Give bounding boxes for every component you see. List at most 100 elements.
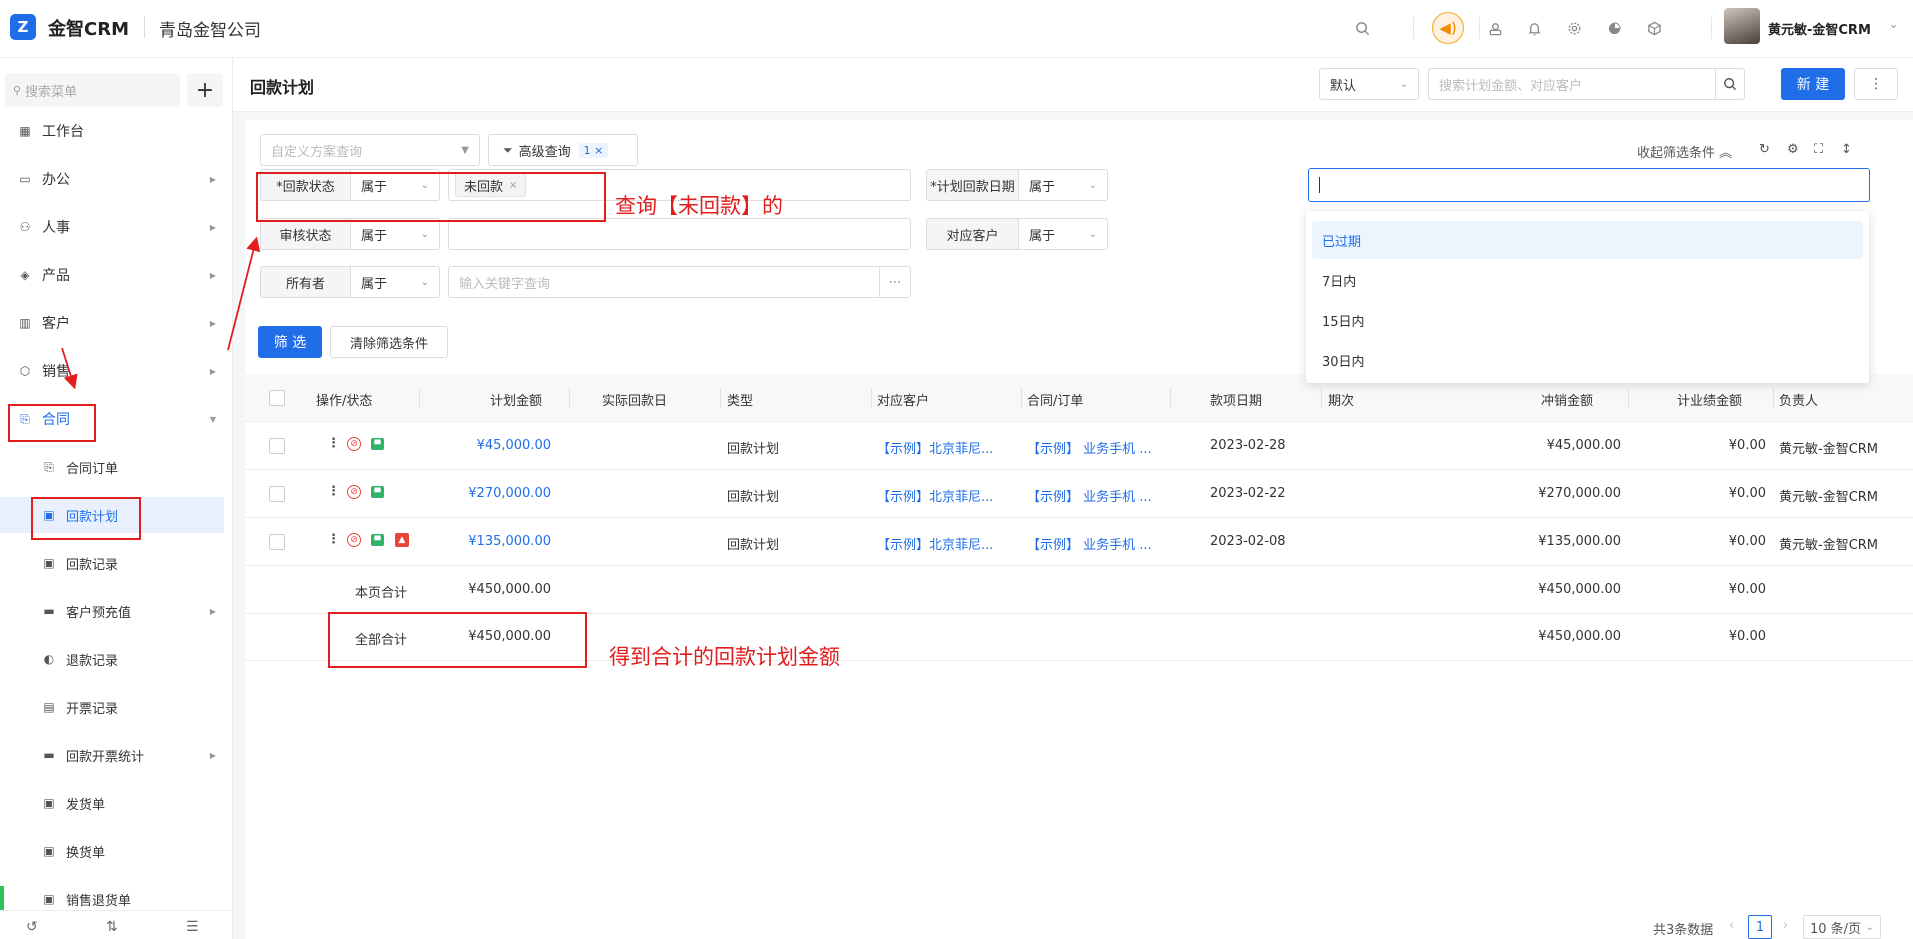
customer-link[interactable]: 【示例】北京菲尼... bbox=[877, 534, 1017, 553]
dropdown-option-30days[interactable]: 30日内 bbox=[1312, 341, 1863, 379]
pie-chart-icon[interactable] bbox=[1603, 17, 1625, 39]
column-header[interactable]: 计业绩金额 bbox=[1677, 390, 1742, 409]
contract-link[interactable]: 【示例】 业务手机 ... bbox=[1027, 486, 1167, 505]
search-button[interactable] bbox=[1715, 68, 1745, 100]
sidebar-subitem-prepaid[interactable]: ▬ 客户预充值 ▶ bbox=[0, 593, 224, 629]
gear-icon[interactable]: ⚙ bbox=[1787, 142, 1799, 157]
row-checkbox[interactable] bbox=[269, 486, 285, 502]
sidebar-item-sales[interactable]: ⬡ 销售 ▶ bbox=[0, 353, 224, 389]
column-header[interactable]: 合同/订单 bbox=[1027, 390, 1083, 409]
row-checkbox[interactable] bbox=[269, 534, 285, 550]
select-all-checkbox[interactable] bbox=[269, 390, 285, 406]
column-header[interactable]: 对应客户 bbox=[877, 390, 929, 409]
row-menu-icon[interactable]: ⋮ bbox=[327, 532, 340, 547]
advanced-query-count[interactable]: 1 × bbox=[578, 142, 609, 158]
contract-link[interactable]: 【示例】 业务手机 ... bbox=[1027, 534, 1167, 553]
prev-page-icon[interactable]: ‹ bbox=[1729, 918, 1734, 933]
more-button[interactable]: ⋮ bbox=[1854, 68, 1898, 100]
sidebar-subitem-invoice[interactable]: ▤ 开票记录 bbox=[0, 689, 224, 725]
sidebar-subitem-payment-record[interactable]: ▣ 回款记录 bbox=[0, 545, 224, 581]
chevron-down-icon[interactable]: ⌄ bbox=[1889, 18, 1898, 31]
column-resizer[interactable] bbox=[569, 388, 570, 408]
writeoff-amount: ¥135,000.00 bbox=[1538, 534, 1621, 549]
row-menu-icon[interactable]: ⋮ bbox=[327, 436, 340, 451]
more-options-icon[interactable]: ⋯ bbox=[879, 266, 911, 298]
sidebar-item-office[interactable]: ▭ 办公 ▶ bbox=[0, 161, 224, 197]
column-resizer[interactable] bbox=[1773, 388, 1774, 408]
sidebar-item-workbench[interactable]: ▦ 工作台 bbox=[0, 113, 224, 149]
clear-filter-button[interactable]: 清除筛选条件 bbox=[330, 326, 448, 358]
row-height-icon[interactable]: ↕ bbox=[1841, 142, 1852, 157]
collapse-filter-toggle[interactable]: 收起筛选条件 ︽ bbox=[1637, 142, 1732, 161]
plan-amount[interactable]: ¥270,000.00 bbox=[435, 486, 551, 501]
search-icon[interactable] bbox=[1351, 17, 1373, 39]
add-menu-button[interactable]: + bbox=[187, 73, 223, 107]
page-size-select[interactable]: 10 条/页 ⌄ bbox=[1803, 915, 1881, 939]
owner-keyword-input[interactable]: 输入关键字查询 bbox=[448, 266, 880, 298]
page-number[interactable]: 1 bbox=[1748, 915, 1772, 939]
avatar[interactable] bbox=[1724, 8, 1760, 44]
sidebar-item-customer[interactable]: ▥ 客户 ▶ bbox=[0, 305, 224, 341]
dropdown-option-overdue[interactable]: 已过期 bbox=[1312, 221, 1863, 259]
user-name[interactable]: 黄元敏-金智CRM bbox=[1768, 19, 1871, 38]
sidebar-item-hr[interactable]: ⚇ 人事 ▶ bbox=[0, 209, 224, 245]
customer-link[interactable]: 【示例】北京菲尼... bbox=[877, 486, 1017, 505]
menu-search-input[interactable]: ⚲ 搜索菜单 bbox=[5, 73, 180, 107]
row-menu-icon[interactable]: ⋮ bbox=[327, 484, 340, 499]
sidebar-subitem-delivery[interactable]: ▣ 发货单 bbox=[0, 785, 224, 821]
cube-icon[interactable] bbox=[1643, 17, 1665, 39]
column-resizer[interactable] bbox=[1170, 388, 1171, 408]
sidebar-item-product[interactable]: ◈ 产品 ▶ bbox=[0, 257, 224, 293]
next-page-icon[interactable]: › bbox=[1783, 918, 1788, 933]
table-row[interactable]: ⋮ ⊘ ▀ ▲ ¥135,000.00 回款计划 【示例】北京菲尼... 【示例… bbox=[245, 518, 1913, 566]
column-header[interactable]: 冲销金额 bbox=[1541, 390, 1593, 409]
speaker-icon[interactable]: ◀) bbox=[1432, 12, 1464, 44]
dropdown-option-15days[interactable]: 15日内 bbox=[1312, 301, 1863, 339]
column-header[interactable]: 负责人 bbox=[1779, 390, 1818, 409]
column-header[interactable]: 期次 bbox=[1328, 390, 1354, 409]
filter-op-review-status[interactable]: 属于 ⌄ bbox=[350, 218, 440, 250]
column-resizer[interactable] bbox=[871, 388, 872, 408]
custom-scheme-select[interactable]: 自定义方案查询 ▼ bbox=[260, 134, 480, 166]
column-resizer[interactable] bbox=[1321, 388, 1322, 408]
column-header[interactable]: 款项日期 bbox=[1210, 390, 1262, 409]
view-select[interactable]: 默认 ⌄ bbox=[1319, 68, 1419, 100]
column-resizer[interactable] bbox=[419, 388, 420, 408]
refresh-icon[interactable]: ↻ bbox=[1759, 142, 1770, 157]
customer-link[interactable]: 【示例】北京菲尼... bbox=[877, 438, 1017, 457]
history-icon[interactable]: ↺ bbox=[26, 919, 38, 935]
table-row[interactable]: ⋮ ⊘ ▀ ¥45,000.00 回款计划 【示例】北京菲尼... 【示例】 业… bbox=[245, 422, 1913, 470]
filter-value-review-status[interactable] bbox=[448, 218, 911, 250]
filter-button[interactable]: 筛 选 bbox=[258, 326, 322, 358]
collapse-menu-icon[interactable]: ☰ bbox=[186, 919, 199, 935]
advanced-query-button[interactable]: ⏷ 高级查询 1 × bbox=[488, 134, 638, 166]
bell-icon[interactable] bbox=[1523, 17, 1545, 39]
column-header[interactable]: 类型 bbox=[727, 390, 753, 409]
column-resizer[interactable] bbox=[720, 388, 721, 408]
search-input[interactable]: 搜索计划金额、对应客户 bbox=[1428, 68, 1716, 100]
sidebar-subitem-exchange[interactable]: ▣ 换货单 bbox=[0, 833, 224, 869]
contacts-icon[interactable] bbox=[1484, 17, 1506, 39]
filter-op-plan-date[interactable]: 属于 ⌄ bbox=[1018, 169, 1108, 201]
table-row[interactable]: ⋮ ⊘ ▀ ¥270,000.00 回款计划 【示例】北京菲尼... 【示例】 … bbox=[245, 470, 1913, 518]
settings-sliders-icon[interactable]: ⇅ bbox=[106, 919, 118, 935]
sidebar-subitem-refund[interactable]: ◐ 退款记录 bbox=[0, 641, 224, 677]
new-button[interactable]: 新 建 bbox=[1781, 68, 1845, 100]
column-header[interactable]: 计划金额 bbox=[490, 390, 542, 409]
column-header[interactable]: 实际回款日 bbox=[602, 390, 667, 409]
plan-amount[interactable]: ¥45,000.00 bbox=[435, 438, 551, 453]
dropdown-option-7days[interactable]: 7日内 bbox=[1312, 261, 1863, 299]
filter-op-customer[interactable]: 属于 ⌄ bbox=[1018, 218, 1108, 250]
sidebar-subitem-payment-invoice-stats[interactable]: ▬ 回款开票统计 ▶ bbox=[0, 737, 224, 773]
contract-link[interactable]: 【示例】 业务手机 ... bbox=[1027, 438, 1167, 457]
filter-value-plan-date[interactable] bbox=[1308, 168, 1870, 202]
column-resizer[interactable] bbox=[1628, 388, 1629, 408]
gear-icon[interactable] bbox=[1563, 17, 1585, 39]
sidebar-subitem-contract-order[interactable]: ⎘ 合同订单 bbox=[0, 449, 224, 485]
company-name[interactable]: 青岛金智公司 bbox=[159, 16, 261, 41]
filter-op-owner[interactable]: 属于 ⌄ bbox=[350, 266, 440, 298]
fullscreen-icon[interactable]: ⛶ bbox=[1814, 142, 1823, 157]
column-resizer[interactable] bbox=[1021, 388, 1022, 408]
row-checkbox[interactable] bbox=[269, 438, 285, 454]
plan-amount[interactable]: ¥135,000.00 bbox=[435, 534, 551, 549]
